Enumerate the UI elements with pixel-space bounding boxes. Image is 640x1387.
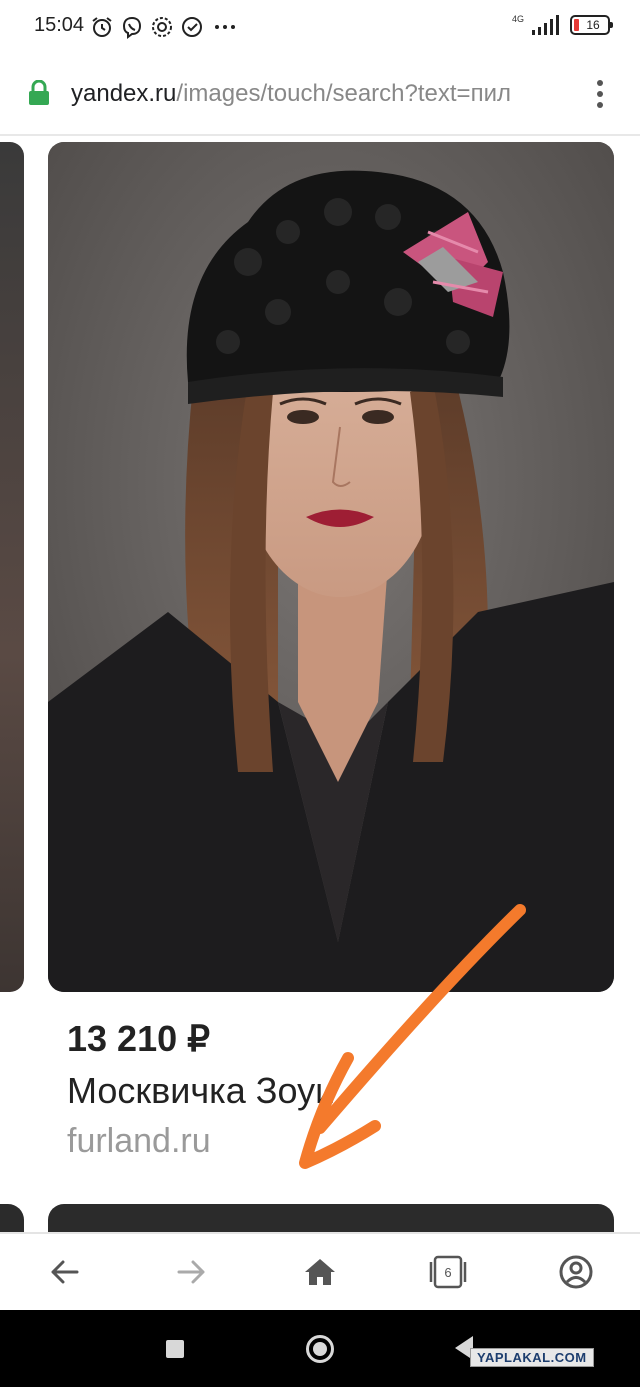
product-price: 13 210 ₽: [67, 1018, 211, 1059]
watermark-logo: YAPLAKAL.COM: [470, 1348, 594, 1367]
status-bar: 15:04 4G 16: [0, 0, 640, 56]
viber-icon: [122, 16, 142, 39]
network-type: 4G: [511, 13, 524, 24]
next-row-left-card[interactable]: [0, 1204, 24, 1232]
browser-toolbar: 6: [0, 1232, 640, 1310]
home-button[interactable]: [300, 1252, 340, 1292]
url-domain: yandex.ru: [71, 80, 177, 107]
back-button[interactable]: [44, 1252, 84, 1292]
url-field[interactable]: yandex.ru/images/touch/search?text=пил: [71, 80, 571, 108]
battery-level: 16: [586, 18, 600, 32]
address-bar: yandex.ru/images/touch/search?text=пил: [0, 56, 640, 136]
alarm-icon: [92, 17, 112, 37]
account-icon: [559, 1255, 593, 1289]
product-source[interactable]: furland.ru: [67, 1122, 211, 1161]
system-nav-bar: YAPLAKAL.COM: [0, 1310, 640, 1387]
back-arrow-icon: [51, 1260, 79, 1284]
tabs-button[interactable]: 6: [428, 1252, 468, 1292]
tab-count: 6: [444, 1264, 452, 1280]
signal-icon: [532, 15, 559, 35]
recent-apps-button[interactable]: [166, 1340, 184, 1358]
settings-icon: [152, 17, 172, 37]
status-system-icons: 4G 16: [511, 13, 613, 36]
forward-button[interactable]: [172, 1252, 212, 1292]
home-icon: [305, 1259, 335, 1285]
battery-icon: 16: [570, 15, 613, 35]
status-notification-icons: [90, 15, 240, 39]
url-path: /images/touch/search?text=пил: [176, 80, 511, 107]
forward-arrow-icon: [177, 1260, 205, 1284]
next-image-card[interactable]: [48, 1204, 614, 1232]
product-title[interactable]: Москвичка Зоуи: [67, 1070, 335, 1112]
overflow-menu-icon[interactable]: [590, 76, 610, 112]
lock-icon[interactable]: [28, 80, 50, 106]
check-icon: [182, 17, 202, 37]
search-results: 13 210 ₽ Москвичка Зоуи furland.ru: [0, 138, 640, 1232]
status-time: 15:04: [34, 14, 85, 36]
previous-image-card[interactable]: [0, 142, 24, 992]
home-nav-button[interactable]: [306, 1335, 334, 1363]
account-button[interactable]: [556, 1252, 596, 1292]
more-icon: [215, 25, 235, 29]
product-image[interactable]: [48, 142, 614, 992]
